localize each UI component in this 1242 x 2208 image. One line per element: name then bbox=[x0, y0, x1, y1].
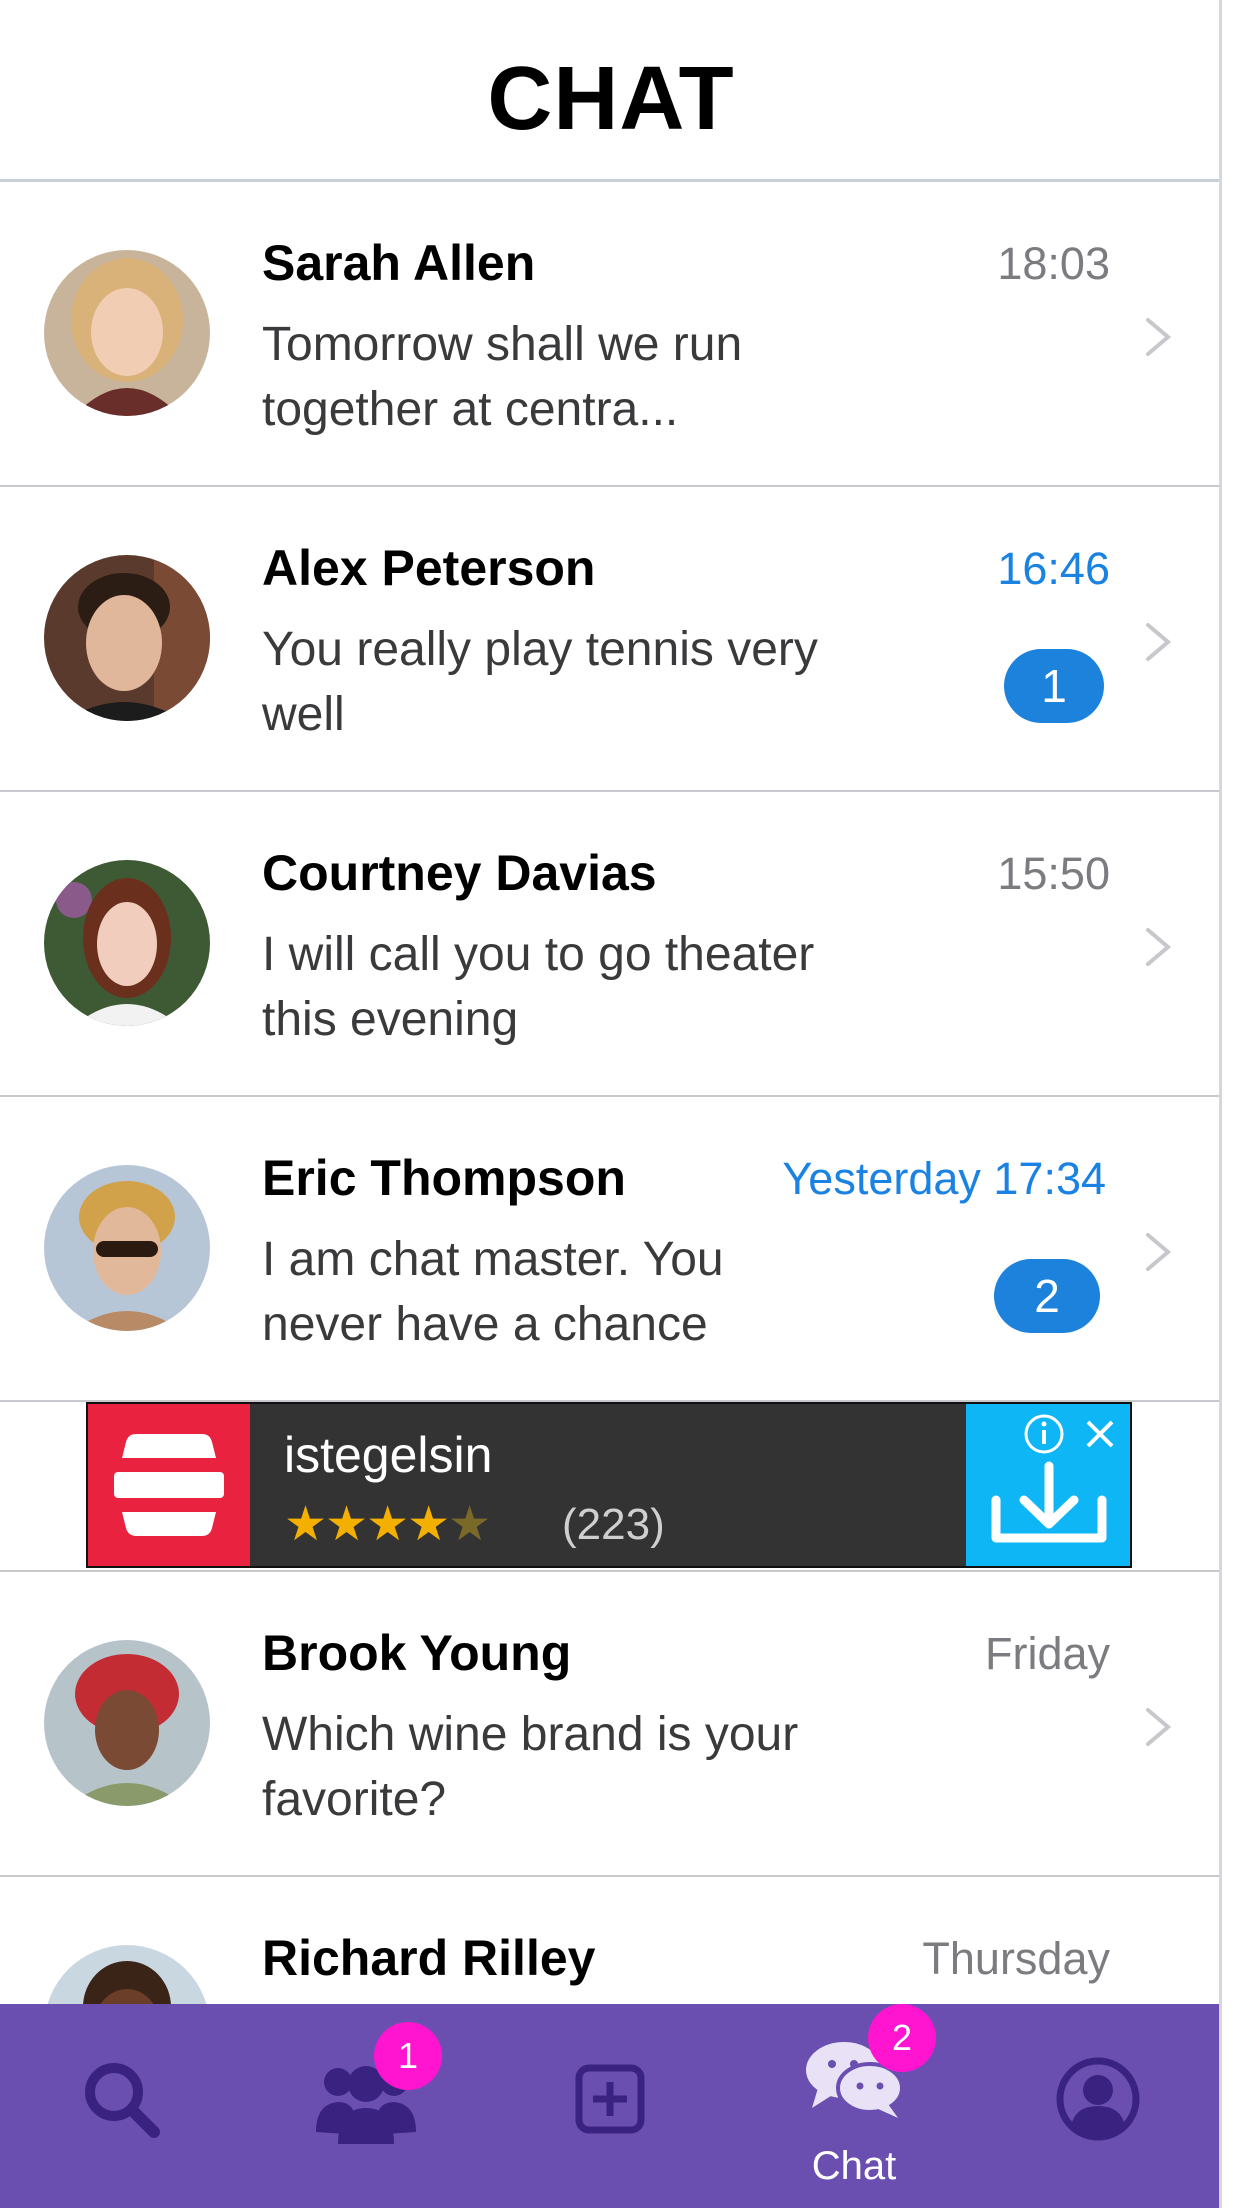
ad-rating-stars: ★★★★★ bbox=[284, 1496, 491, 1552]
chat-row-brook-young[interactable]: Brook Young Friday Which wine brand is y… bbox=[0, 1572, 1222, 1877]
avatar bbox=[44, 250, 210, 416]
message-time: Thursday bbox=[922, 1933, 1110, 1984]
star-icon-filled: ★★★★ bbox=[284, 1498, 450, 1551]
tab-chat-label: Chat bbox=[811, 2144, 897, 2188]
message-time: 18:03 bbox=[997, 238, 1110, 289]
message-time: 15:50 bbox=[997, 848, 1110, 899]
chevron-right-icon bbox=[1146, 928, 1172, 966]
chat-row-sarah-allen[interactable]: Sarah Allen 18:03 Tomorrow shall we run … bbox=[0, 182, 1222, 487]
contact-name: Eric Thompson bbox=[262, 1150, 626, 1206]
tab-add[interactable] bbox=[488, 2004, 732, 2208]
ad-download-button[interactable] bbox=[966, 1404, 1130, 1566]
unread-badge: 1 bbox=[1004, 649, 1104, 723]
message-time: Friday bbox=[984, 1628, 1110, 1679]
add-square-icon bbox=[575, 2064, 645, 2134]
chat-row-alex-peterson[interactable]: Alex Peterson 16:46 You really play tenn… bbox=[0, 487, 1222, 792]
close-icon[interactable] bbox=[1078, 1412, 1122, 1456]
tab-profile[interactable] bbox=[976, 2004, 1220, 2208]
search-icon bbox=[85, 2063, 160, 2138]
contact-name: Courtney Davias bbox=[262, 845, 657, 901]
message-preview: Tomorrow shall we run together at centra… bbox=[262, 318, 743, 436]
ad-title: istegelsin bbox=[284, 1427, 493, 1483]
message-preview: I will call you to go theater this eveni… bbox=[262, 928, 815, 1046]
page-title: CHAT bbox=[487, 49, 735, 149]
contact-name: Brook Young bbox=[262, 1625, 572, 1681]
tab-chat[interactable]: Chat 2 bbox=[732, 2004, 976, 2208]
ad-row: istegelsin ★★★★★ (223) bbox=[0, 1402, 1222, 1572]
contact-name: Sarah Allen bbox=[262, 235, 536, 291]
friends-badge: 1 bbox=[374, 2022, 442, 2090]
tab-bar: 1 Chat 2 bbox=[0, 2004, 1222, 2208]
ad-rating-count: (223) bbox=[562, 1500, 665, 1549]
chat-row-eric-thompson[interactable]: Eric Thompson Yesterday 17:34 I am chat … bbox=[0, 1097, 1222, 1402]
tab-search[interactable] bbox=[0, 2004, 244, 2208]
avatar bbox=[44, 555, 210, 721]
ad-banner[interactable]: istegelsin ★★★★★ (223) bbox=[86, 1402, 1132, 1568]
info-icon[interactable] bbox=[1022, 1412, 1066, 1456]
chat-row-courtney-davias[interactable]: Courtney Davias 15:50 I will call you to… bbox=[0, 792, 1222, 1097]
message-preview: You really play tennis very well bbox=[262, 623, 818, 741]
header: CHAT bbox=[0, 0, 1222, 182]
message-preview: I am chat master. You never have a chanc… bbox=[262, 1233, 724, 1351]
chevron-right-icon bbox=[1146, 623, 1172, 661]
avatar bbox=[44, 1640, 210, 1806]
tab-friends[interactable]: 1 bbox=[244, 2004, 488, 2208]
message-time: Yesterday 17:34 bbox=[782, 1153, 1106, 1204]
profile-icon bbox=[1056, 2057, 1140, 2141]
chevron-right-icon bbox=[1146, 1708, 1172, 1746]
avatar bbox=[44, 1165, 210, 1331]
ad-logo bbox=[88, 1404, 250, 1566]
unread-badge: 2 bbox=[994, 1259, 1100, 1333]
message-preview: Which wine brand is your favorite? bbox=[262, 1708, 799, 1826]
star-icon-dim: ★ bbox=[448, 1498, 491, 1551]
chat-badge: 2 bbox=[868, 2004, 936, 2072]
avatar bbox=[44, 860, 210, 1026]
contact-name: Alex Peterson bbox=[262, 540, 596, 596]
chevron-right-icon bbox=[1146, 1233, 1172, 1271]
chevron-right-icon bbox=[1146, 318, 1172, 356]
contact-name: Richard Rilley bbox=[262, 1930, 596, 1986]
message-time: 16:46 bbox=[997, 543, 1110, 594]
